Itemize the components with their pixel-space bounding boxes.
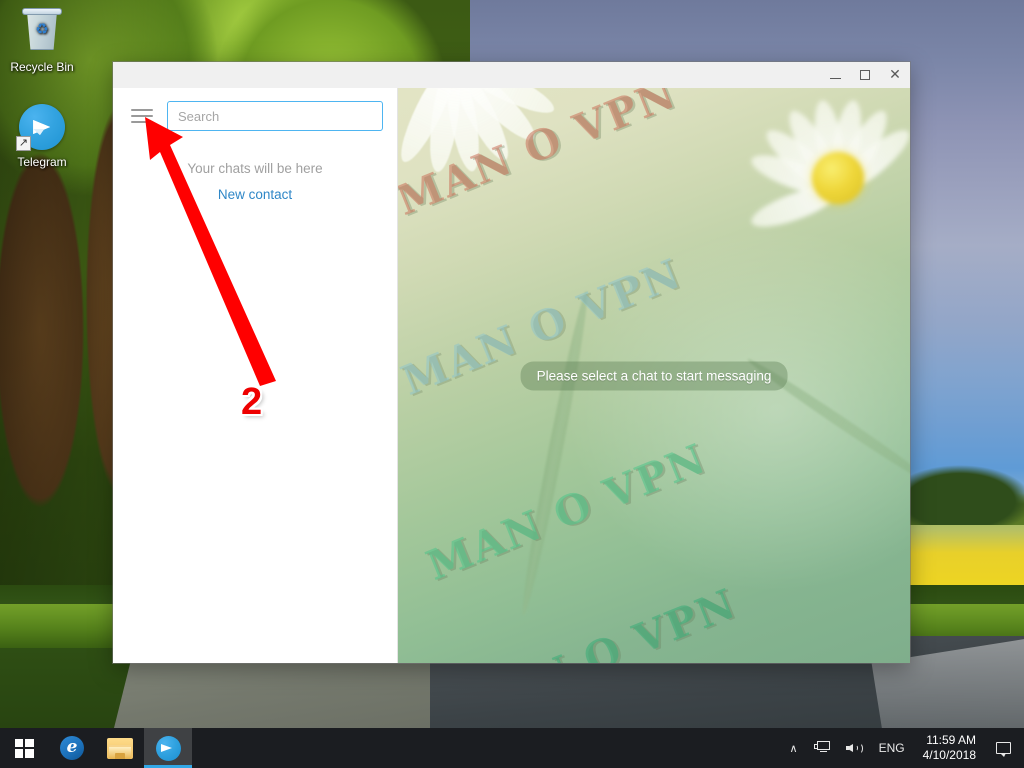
clock-time: 11:59 AM [926, 733, 976, 747]
chat-placeholder-text: Please select a chat to start messaging [520, 361, 788, 390]
taskbar-item-edge[interactable]: e [48, 728, 96, 768]
taskbar[interactable]: e ∧ ENG 11:59 AM 4/10/2018 [0, 728, 1024, 768]
network-icon [813, 741, 830, 755]
windows-start-icon [14, 738, 34, 758]
desktop-icon-telegram[interactable]: ↗ Telegram [4, 103, 80, 169]
desktop-icon-label: Telegram [17, 155, 67, 169]
edge-icon: e [60, 736, 84, 760]
language-indicator[interactable]: ENG [871, 728, 913, 768]
taskbar-spacer [192, 728, 782, 768]
minimize-button[interactable] [820, 62, 850, 88]
desktop[interactable]: ♻ Recycle Bin ↗ Telegram ✕ Search Your c… [0, 0, 1024, 768]
chat-list-sidebar[interactable]: Your chats will be here New contact [113, 88, 398, 663]
chevron-up-icon: ∧ [789, 742, 798, 755]
file-explorer-icon [107, 737, 133, 759]
clock[interactable]: 11:59 AM 4/10/2018 [913, 728, 986, 768]
watermark: MAN O VPN [398, 88, 684, 225]
action-center-button[interactable] [986, 742, 1020, 757]
volume-icon [845, 741, 863, 755]
new-contact-link[interactable]: New contact [218, 187, 292, 202]
hamburger-menu-icon[interactable] [131, 109, 153, 123]
window-titlebar[interactable]: ✕ [113, 62, 910, 88]
desktop-icon-recycle-bin[interactable]: ♻ Recycle Bin [4, 8, 80, 74]
telegram-icon: ↗ [4, 103, 80, 151]
telegram-icon [155, 735, 181, 761]
telegram-window[interactable]: ✕ Your chats will be here New contact [113, 62, 910, 663]
maximize-button[interactable] [850, 62, 880, 88]
system-tray: ∧ ENG 11:59 AM 4/10/2018 [782, 728, 1024, 768]
step-number-badge: 2 [241, 381, 263, 423]
action-center-icon [995, 742, 1011, 757]
taskbar-item-telegram[interactable] [144, 728, 192, 768]
clock-date: 4/10/2018 [922, 748, 976, 762]
close-button[interactable]: ✕ [880, 62, 910, 88]
taskbar-item-file-explorer[interactable] [96, 728, 144, 768]
watermark: MAN O VPN [419, 434, 714, 590]
volume-button[interactable] [838, 728, 871, 768]
chat-pane[interactable]: MAN O VPN MAN O VPN MAN O VPN MAN O VPN … [398, 88, 910, 663]
sidebar-topbar [113, 88, 397, 144]
empty-state-text: Your chats will be here [187, 161, 323, 176]
chat-list-empty-state: Your chats will be here New contact [113, 144, 397, 204]
show-hidden-icons-button[interactable]: ∧ [782, 728, 806, 768]
shortcut-arrow-icon: ↗ [16, 136, 31, 151]
recycle-bin-icon: ♻ [4, 8, 80, 56]
start-button[interactable] [0, 728, 48, 768]
watermark: MAN O VPN [449, 579, 744, 663]
desktop-icon-label: Recycle Bin [10, 60, 74, 74]
search-input[interactable] [167, 101, 383, 131]
network-status-button[interactable] [806, 728, 838, 768]
